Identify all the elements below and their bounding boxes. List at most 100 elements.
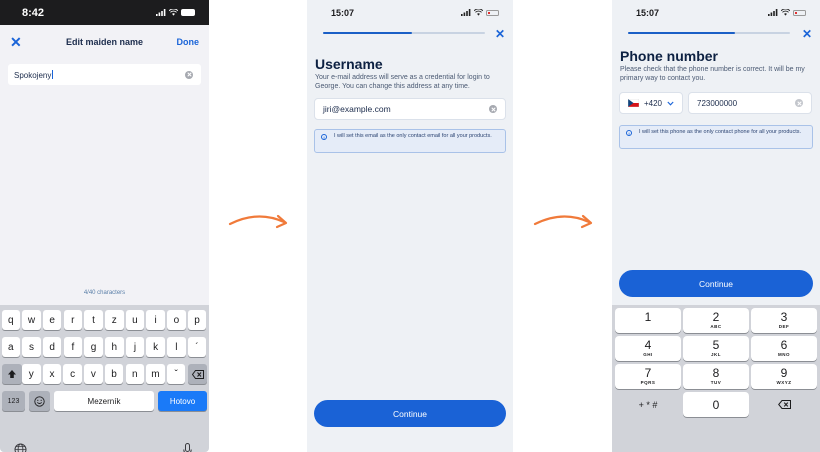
key-q[interactable]: q xyxy=(1,310,20,330)
status-bar: 15:07 xyxy=(612,0,820,25)
country-code-select[interactable]: +420 xyxy=(619,92,683,114)
key-g[interactable]: g xyxy=(84,337,103,357)
progress-bar xyxy=(628,32,790,34)
done-button[interactable]: Done xyxy=(169,37,200,47)
numpad-key-8[interactable]: 8 TUV xyxy=(683,364,749,389)
key-f[interactable]: f xyxy=(63,337,83,357)
key-k[interactable]: k xyxy=(146,337,165,357)
numpad-key-0[interactable]: 0 xyxy=(683,392,749,417)
numpad-digit: 1 xyxy=(644,310,652,324)
onboarding-flow: 8:42 ✕ Edit maiden name Done Spokojeny 4… xyxy=(0,0,820,452)
numpad-letters: ABC xyxy=(710,324,722,329)
status-icons xyxy=(768,9,806,16)
numpad-digit: 9 xyxy=(780,366,788,380)
numpad-letters: GHI xyxy=(643,352,653,357)
close-icon[interactable]: ✕ xyxy=(802,27,812,41)
key-y[interactable]: y xyxy=(22,364,41,384)
page-description: Your e-mail address will serve as a cred… xyxy=(315,74,490,90)
keyboard-row-4: 123 Mezerník Hotovo xyxy=(0,391,209,411)
wifi-icon xyxy=(781,9,790,16)
info-text: I will set this phone as the only contac… xyxy=(639,129,802,135)
key-v[interactable]: v xyxy=(84,364,103,384)
key-h[interactable]: h xyxy=(105,337,124,357)
key-accent[interactable]: ´ xyxy=(187,337,207,357)
key-c[interactable]: c xyxy=(63,364,82,384)
emoji-key[interactable] xyxy=(29,391,50,411)
numpad-digit: 7 xyxy=(644,366,652,380)
battery-icon xyxy=(181,9,195,16)
numpad-key-6[interactable]: 6 MNO xyxy=(751,336,817,361)
numpad-key-9[interactable]: 9 WXYZ xyxy=(751,364,817,389)
phone-value: 723000000 xyxy=(697,98,738,108)
key-m[interactable]: m xyxy=(146,364,165,384)
backspace-icon xyxy=(191,369,204,379)
clear-icon[interactable] xyxy=(489,105,497,113)
numpad-key-1[interactable]: 1 xyxy=(615,308,681,333)
keyboard-row-3: yxcvbnmˇ xyxy=(0,364,209,384)
key-e[interactable]: e xyxy=(42,310,62,330)
microphone-icon[interactable] xyxy=(183,443,192,452)
nav-title: Edit maiden name xyxy=(65,37,144,47)
key-u[interactable]: u xyxy=(125,310,145,330)
keyboard-accessory-bar xyxy=(0,443,209,452)
key-caron[interactable]: ˇ xyxy=(166,364,186,384)
numpad-letters: PQRS xyxy=(640,380,656,385)
page-title: Username xyxy=(315,56,383,72)
key-t[interactable]: t xyxy=(84,310,103,330)
close-icon[interactable]: ✕ xyxy=(495,27,505,41)
clear-icon[interactable] xyxy=(795,99,803,107)
close-icon[interactable]: ✕ xyxy=(10,34,40,51)
status-time: 15:07 xyxy=(331,7,355,18)
info-box: i I will set this phone as the only cont… xyxy=(619,125,813,149)
key-d[interactable]: d xyxy=(42,337,62,357)
key-i[interactable]: i xyxy=(146,310,165,330)
email-value: jiri@example.com xyxy=(323,104,391,114)
key-p[interactable]: p xyxy=(187,310,207,330)
key-r[interactable]: r xyxy=(63,310,83,330)
space-key[interactable]: Mezerník xyxy=(54,391,154,411)
numpad-symbols-key[interactable]: + * # xyxy=(615,392,681,417)
key-s[interactable]: s xyxy=(22,337,41,357)
continue-button[interactable]: Continue xyxy=(314,400,506,427)
key-j[interactable]: j xyxy=(125,337,145,357)
key-n[interactable]: n xyxy=(125,364,144,384)
key-a[interactable]: a xyxy=(1,337,20,357)
status-icons xyxy=(156,9,195,16)
numbers-key[interactable]: 123 xyxy=(2,391,25,411)
key-z[interactable]: z xyxy=(105,310,124,330)
numpad-digit: 0 xyxy=(712,398,720,412)
numpad-key-7[interactable]: 7 PQRS xyxy=(615,364,681,389)
globe-icon[interactable] xyxy=(14,443,27,452)
numpad-digit: 5 xyxy=(712,338,720,352)
key-w[interactable]: w xyxy=(22,310,41,330)
czech-flag-icon xyxy=(628,99,639,107)
numpad-key-5[interactable]: 5 JKL xyxy=(683,336,749,361)
numpad-delete-key[interactable] xyxy=(751,392,817,417)
continue-button[interactable]: Continue xyxy=(619,270,813,297)
key-o[interactable]: o xyxy=(167,310,186,330)
info-icon: i xyxy=(626,130,632,136)
signal-icon xyxy=(768,9,778,16)
flow-arrow-1 xyxy=(228,214,288,229)
signal-icon xyxy=(461,9,471,16)
backspace-key[interactable] xyxy=(188,364,207,384)
status-bar: 8:42 xyxy=(0,0,209,25)
numpad-letters: JKL xyxy=(710,352,721,357)
edit-sheet: ✕ Edit maiden name Done Spokojeny 4/40 c… xyxy=(0,25,209,452)
keyboard-row-2: a s d f g h j k l ´ xyxy=(0,337,209,357)
return-key[interactable]: Hotovo xyxy=(158,391,207,411)
maiden-name-value: Spokojeny xyxy=(14,70,52,80)
email-field[interactable]: jiri@example.com xyxy=(314,98,506,120)
username-screen: 15:07 ✕ Username Your e-mail address wil… xyxy=(307,0,513,452)
phone-field[interactable]: 723000000 xyxy=(688,92,812,114)
numpad-digit: 2 xyxy=(712,310,720,324)
numpad-key-2[interactable]: 2 ABC xyxy=(683,308,749,333)
maiden-name-field[interactable]: Spokojeny xyxy=(8,64,201,85)
status-icons xyxy=(461,9,499,16)
numpad-key-3[interactable]: 3 DEF xyxy=(751,308,817,333)
key-x[interactable]: x xyxy=(42,364,62,384)
key-b[interactable]: b xyxy=(104,364,124,384)
key-l[interactable]: l xyxy=(167,337,186,357)
numpad-key-4[interactable]: 4 GHI xyxy=(615,336,681,361)
clear-icon[interactable] xyxy=(185,70,193,79)
